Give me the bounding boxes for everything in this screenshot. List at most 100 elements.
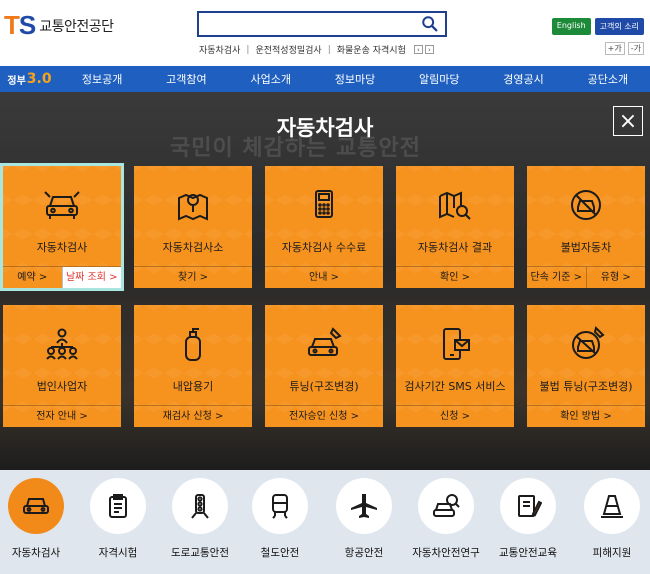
quick-link-freight-exam[interactable]: 화물운송 자격시험 [337, 43, 406, 56]
nav-item-customer[interactable]: 고객참여 [144, 71, 228, 87]
close-button[interactable]: × [613, 106, 643, 136]
prohibited-car-icon [527, 186, 645, 224]
card-inspection-result[interactable]: 자동차검사 결과 확인 > [396, 166, 514, 288]
divider: | [327, 44, 331, 55]
service-overlay: 국민이 체감하는 교통안전 자동차검사 × 자동차검사 예약 > 날짜 조회 >… [0, 92, 650, 470]
card-title: 자동차검사 [36, 241, 88, 254]
quick-menu-car-research[interactable]: 자동차안전연구 [406, 478, 486, 560]
gas-cylinder-icon [134, 325, 252, 363]
card-title: 불법자동차 [560, 241, 612, 254]
clipboard-icon [90, 478, 146, 534]
check-method-link[interactable]: 확인 방법 > [527, 406, 645, 427]
check-link[interactable]: 확인 > [396, 267, 514, 288]
reserve-link[interactable]: 예약 > [3, 267, 62, 288]
quick-menu-car-inspection[interactable]: 자동차검사 [0, 478, 76, 560]
card-links: 단속 기준 > 유형 > [527, 266, 645, 288]
nav-item-notice[interactable]: 알림마당 [397, 71, 481, 87]
guide-link[interactable]: 안내 > [265, 267, 383, 288]
card-links: 확인 > [396, 266, 514, 288]
car-research-icon [418, 478, 474, 534]
prev-arrow-icon[interactable]: ‹ [413, 45, 423, 54]
nav-item-management[interactable]: 경영공시 [481, 71, 565, 87]
english-button[interactable]: English [551, 18, 591, 35]
organization-icon [3, 325, 121, 363]
card-sms-service[interactable]: 검사기간 SMS 서비스 신청 > [396, 305, 514, 427]
utility-buttons: English 고객의 소리 [551, 18, 644, 35]
find-link[interactable]: 찾기 > [134, 267, 252, 288]
quick-menu-qualification[interactable]: 자격시험 [78, 478, 158, 560]
education-icon [500, 478, 556, 534]
car-wrench-icon [3, 186, 121, 224]
zoom-out-button[interactable]: -가 [627, 42, 644, 55]
car-inspection-icon [8, 478, 64, 534]
card-pressure-vessel[interactable]: 내압용기 재검사 신청 > [134, 305, 252, 427]
card-links: 재검사 신청 > [134, 405, 252, 427]
date-lookup-link[interactable]: 날짜 조회 > [61, 267, 121, 288]
search-icon[interactable] [421, 15, 439, 33]
train-icon [252, 478, 308, 534]
zoom-controls: +가 -가 [604, 42, 644, 55]
zoom-in-button[interactable]: +가 [604, 42, 625, 55]
quick-menu-railway[interactable]: 철도안전 [240, 478, 320, 560]
nav-item-info-disclosure[interactable]: 정보공개 [60, 71, 144, 87]
quick-links-pager: ‹ › [413, 45, 434, 54]
prohibited-tuning-icon [527, 325, 645, 363]
card-title: 튜닝(구조변경) [289, 380, 359, 393]
card-illegal-tuning[interactable]: 불법 튜닝(구조변경) 확인 방법 > [527, 305, 645, 427]
card-inspection-station[interactable]: 자동차검사소 찾기 > [134, 166, 252, 288]
quick-menu-label: 자동차안전연구 [412, 547, 480, 559]
search-input[interactable] [199, 13, 419, 35]
reinspection-link[interactable]: 재검사 신청 > [134, 406, 252, 427]
car-tuning-icon [265, 325, 383, 363]
customer-voice-button[interactable]: 고객의 소리 [594, 18, 644, 35]
quick-link-aptitude-test[interactable]: 운전적성정밀검사 [255, 43, 321, 56]
quick-menu-road-safety[interactable]: 도로교통안전 [160, 478, 240, 560]
criteria-link[interactable]: 단속 기준 > [527, 267, 586, 288]
gov30-badge[interactable]: 정부 3.0 [0, 71, 60, 87]
site-logo[interactable]: TS 교통안전공단 [4, 10, 114, 41]
card-links: 예약 > 날짜 조회 > [3, 266, 121, 288]
main-nav: 정부 3.0 정보공개 고객참여 사업소개 정보마당 알림마당 경영공시 공단소개 [0, 66, 650, 92]
electronic-guide-link[interactable]: 전자 안내 > [3, 406, 121, 427]
nav-item-info-square[interactable]: 정보마당 [313, 71, 397, 87]
e-approval-link[interactable]: 전자승인 신청 > [265, 406, 383, 427]
card-title: 법인사업자 [36, 380, 88, 393]
card-illegal-vehicle[interactable]: 불법자동차 단속 기준 > 유형 > [527, 166, 645, 288]
card-title: 불법 튜닝(구조변경) [539, 380, 633, 393]
quick-menu-label: 피해지원 [592, 547, 632, 559]
nav-item-about[interactable]: 공단소개 [566, 71, 650, 87]
divider: | [246, 44, 250, 55]
card-tuning[interactable]: 튜닝(구조변경) 전자승인 신청 > [265, 305, 383, 427]
card-title: 검사기간 SMS 서비스 [404, 380, 506, 393]
card-car-inspection[interactable]: 자동차검사 예약 > 날짜 조회 > [0, 163, 124, 291]
quick-menu-label: 철도안전 [260, 547, 300, 559]
gov-number: 3.0 [26, 71, 52, 87]
map-search-icon [396, 186, 514, 224]
quick-menu-education[interactable]: 교통안전교육 [488, 478, 568, 560]
quick-link-car-inspection[interactable]: 자동차검사 [199, 43, 240, 56]
nav-item-business[interactable]: 사업소개 [229, 71, 313, 87]
card-title: 자동차검사 결과 [417, 241, 493, 254]
quick-menu-aviation[interactable]: 항공안전 [324, 478, 404, 560]
search-box [197, 11, 447, 37]
card-title: 내압용기 [172, 380, 214, 393]
quick-menu-label: 교통안전교육 [499, 547, 557, 559]
quick-menu-label: 도로교통안전 [171, 547, 229, 559]
card-links: 전자 안내 > [3, 405, 121, 427]
apply-link[interactable]: 신청 > [396, 406, 514, 427]
type-link[interactable]: 유형 > [585, 267, 646, 288]
card-inspection-fee[interactable]: 자동차검사 수수료 안내 > [265, 166, 383, 288]
logo-mark: TS [4, 10, 36, 40]
quick-menu-label: 자동차검사 [11, 547, 61, 559]
site-header: TS 교통안전공단 자동차검사 | 운전적성정밀검사 | 화물운송 자격시험 ‹… [0, 0, 650, 66]
next-arrow-icon[interactable]: › [424, 45, 434, 54]
calculator-icon [265, 186, 383, 224]
card-links: 전자승인 신청 > [265, 405, 383, 427]
card-title: 자동차검사소 [162, 241, 224, 254]
traffic-light-icon [172, 478, 228, 534]
quick-menu: 자동차검사 자격시험 도로교통안전 철도안전 항공안전 자동차안전연구 교통안전… [0, 470, 650, 574]
card-corporate[interactable]: 법인사업자 전자 안내 > [3, 305, 121, 427]
quick-menu-damage-support[interactable]: 피해지원 [572, 478, 650, 560]
map-pin-icon [134, 186, 252, 224]
airplane-icon [336, 478, 392, 534]
